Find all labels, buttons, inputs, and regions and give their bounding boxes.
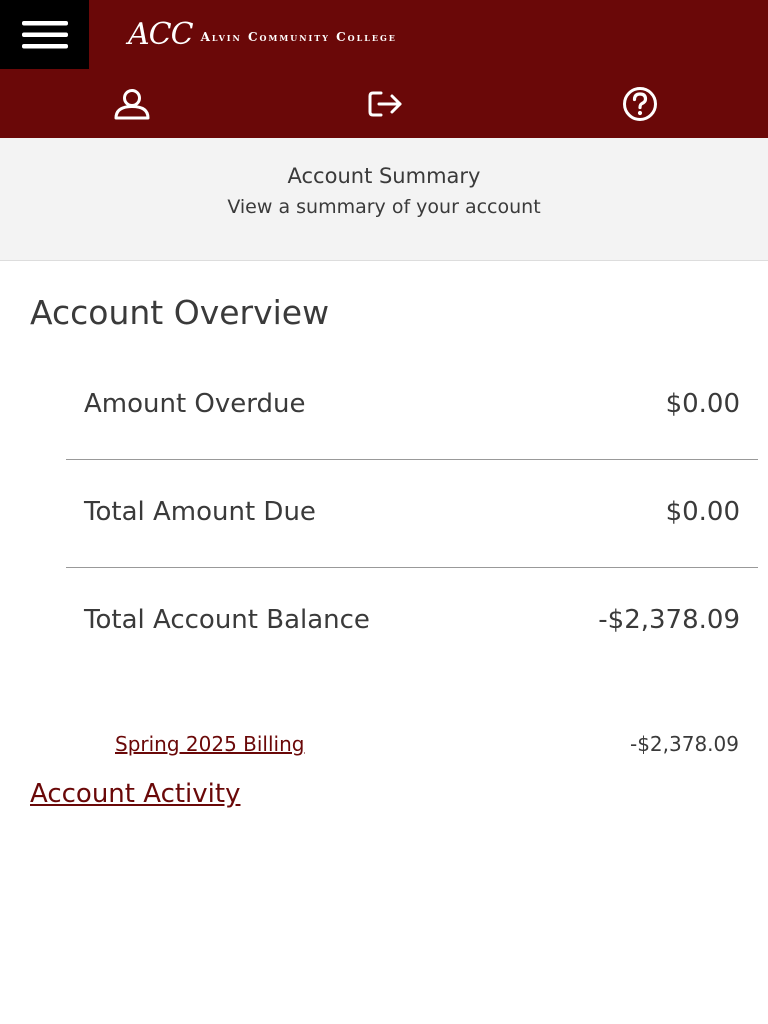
- logo-mark: ACC: [128, 17, 194, 52]
- total-account-balance-value: -$2,378.09: [598, 605, 740, 635]
- amount-overdue-row: Amount Overdue $0.00: [66, 384, 758, 460]
- account-activity-link[interactable]: Account Activity: [30, 776, 240, 812]
- page-summary-band: Account Summary View a summary of your a…: [0, 138, 768, 261]
- help-icon: [623, 87, 657, 121]
- help-button[interactable]: [620, 85, 660, 123]
- total-amount-due-row: Total Amount Due $0.00: [66, 492, 758, 568]
- college-logo[interactable]: ACC Alvin Community College: [128, 18, 397, 52]
- user-icon: [114, 89, 150, 120]
- total-amount-due-value: $0.00: [665, 497, 740, 527]
- logout-icon: [368, 91, 402, 117]
- total-amount-due-label: Total Amount Due: [84, 497, 316, 527]
- logo-text: Alvin Community College: [200, 29, 397, 44]
- hamburger-menu-icon: [21, 20, 68, 48]
- amount-overdue-value: $0.00: [665, 389, 740, 419]
- spring-2025-billing-link[interactable]: Spring 2025 Billing: [115, 730, 304, 758]
- page-subtitle: View a summary of your account: [227, 196, 541, 218]
- amount-overdue-label: Amount Overdue: [84, 389, 306, 419]
- total-account-balance-row: Total Account Balance -$2,378.09: [66, 600, 758, 690]
- profile-button[interactable]: [112, 85, 152, 123]
- header-icon-row: [0, 69, 768, 138]
- app-header: ACC Alvin Community College: [0, 0, 768, 138]
- total-account-balance-label: Total Account Balance: [84, 605, 370, 635]
- page-title: Account Summary: [287, 164, 481, 188]
- spring-2025-billing-value: -$2,378.09: [629, 732, 739, 756]
- sign-out-button[interactable]: [366, 85, 406, 123]
- menu-button[interactable]: [0, 0, 89, 69]
- account-overview-heading: Account Overview: [30, 293, 330, 332]
